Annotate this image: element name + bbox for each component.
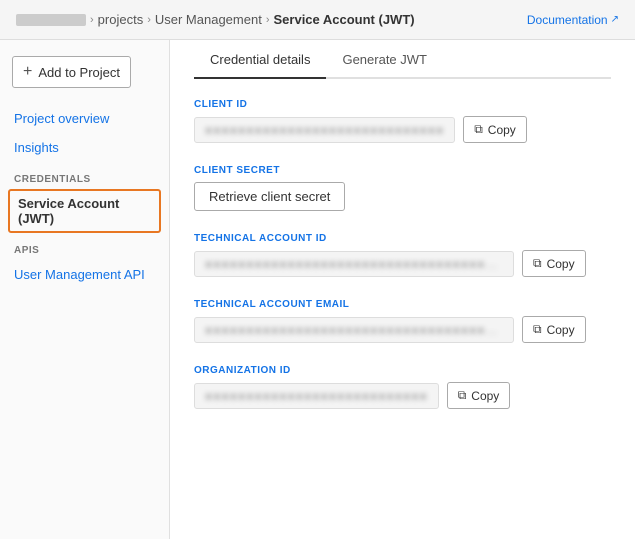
technical-account-id-row: ●●●●●●●●●●●●●●●●●●●●●●●●●●●●●●●●●●●●● ⧉ …	[194, 250, 611, 277]
organization-id-label: ORGANIZATION ID	[194, 365, 611, 376]
technical-account-id-value: ●●●●●●●●●●●●●●●●●●●●●●●●●●●●●●●●●●●●●	[194, 251, 514, 277]
technical-account-email-copy-button[interactable]: ⧉ Copy	[522, 316, 586, 343]
sidebar-item-insights[interactable]: Insights	[0, 133, 169, 162]
breadcrumb-projects[interactable]: projects	[98, 12, 144, 27]
breadcrumb-current: Service Account (JWT)	[274, 12, 415, 27]
organization-id-copy-button[interactable]: ⧉ Copy	[447, 382, 511, 409]
main-layout: + Add to Project Project overview Insigh…	[0, 40, 635, 539]
documentation-link[interactable]: Documentation ↗	[527, 13, 619, 27]
client-id-copy-button[interactable]: ⧉ Copy	[463, 116, 527, 143]
sidebar-section-credentials: CREDENTIALS	[0, 162, 169, 189]
organization-id-value: ●●●●●●●●●●●●●●●●●●●●●●●●●●●	[194, 383, 439, 409]
client-secret-row: Retrieve client secret	[194, 182, 611, 211]
section-client-id: CLIENT ID ●●●●●●●●●●●●●●●●●●●●●●●●●●●●● …	[194, 99, 611, 143]
section-organization-id: ORGANIZATION ID ●●●●●●●●●●●●●●●●●●●●●●●●…	[194, 365, 611, 409]
main-content: Credential details Generate JWT CLIENT I…	[170, 40, 635, 539]
retrieve-client-secret-button[interactable]: Retrieve client secret	[194, 182, 345, 211]
sidebar-section-apis: APIS	[0, 233, 169, 260]
technical-account-id-copy-label: Copy	[547, 257, 575, 271]
client-id-value: ●●●●●●●●●●●●●●●●●●●●●●●●●●●●●	[194, 117, 455, 143]
sidebar-item-project-overview[interactable]: Project overview	[0, 104, 169, 133]
technical-account-id-label: TECHNICAL ACCOUNT ID	[194, 233, 611, 244]
sidebar-item-service-account-jwt[interactable]: Service Account (JWT)	[8, 189, 161, 233]
technical-account-email-label: TECHNICAL ACCOUNT EMAIL	[194, 299, 611, 310]
breadcrumb-sep-1: ›	[90, 14, 94, 26]
copy-icon-client-id: ⧉	[474, 122, 483, 137]
technical-account-email-value: ●●●●●●●●●●●●●●●●●●●●●●●●●●●●●●●●●●●●●●●●…	[194, 317, 514, 343]
sidebar-item-user-management-api[interactable]: User Management API	[0, 260, 169, 289]
copy-icon-organization-id: ⧉	[458, 388, 467, 403]
add-to-project-button[interactable]: + Add to Project	[12, 56, 131, 88]
breadcrumb-sep-3: ›	[266, 14, 270, 26]
client-id-copy-label: Copy	[488, 123, 516, 137]
section-client-secret: CLIENT SECRET Retrieve client secret	[194, 165, 611, 211]
technical-account-id-copy-button[interactable]: ⧉ Copy	[522, 250, 586, 277]
copy-icon-technical-account-email: ⧉	[533, 322, 542, 337]
breadcrumb-user-management[interactable]: User Management	[155, 12, 262, 27]
organization-id-copy-label: Copy	[471, 389, 499, 403]
breadcrumb: › projects › User Management › Service A…	[16, 12, 415, 27]
section-technical-account-id: TECHNICAL ACCOUNT ID ●●●●●●●●●●●●●●●●●●●…	[194, 233, 611, 277]
section-technical-account-email: TECHNICAL ACCOUNT EMAIL ●●●●●●●●●●●●●●●●…	[194, 299, 611, 343]
technical-account-email-row: ●●●●●●●●●●●●●●●●●●●●●●●●●●●●●●●●●●●●●●●●…	[194, 316, 611, 343]
brand-logo	[16, 14, 86, 26]
organization-id-row: ●●●●●●●●●●●●●●●●●●●●●●●●●●● ⧉ Copy	[194, 382, 611, 409]
copy-icon-technical-account-id: ⧉	[533, 256, 542, 271]
doc-link-label: Documentation	[527, 13, 608, 27]
client-id-label: CLIENT ID	[194, 99, 611, 110]
tabs-bar: Credential details Generate JWT	[194, 40, 611, 79]
tab-credential-details[interactable]: Credential details	[194, 40, 326, 79]
tab-generate-jwt[interactable]: Generate JWT	[326, 40, 443, 79]
technical-account-email-copy-label: Copy	[547, 323, 575, 337]
add-project-label: Add to Project	[38, 65, 120, 80]
header: › projects › User Management › Service A…	[0, 0, 635, 40]
plus-icon: +	[23, 63, 32, 81]
sidebar: + Add to Project Project overview Insigh…	[0, 40, 170, 539]
client-secret-label: CLIENT SECRET	[194, 165, 611, 176]
external-link-icon: ↗	[611, 14, 619, 25]
client-id-row: ●●●●●●●●●●●●●●●●●●●●●●●●●●●●● ⧉ Copy	[194, 116, 611, 143]
breadcrumb-sep-2: ›	[147, 14, 151, 26]
